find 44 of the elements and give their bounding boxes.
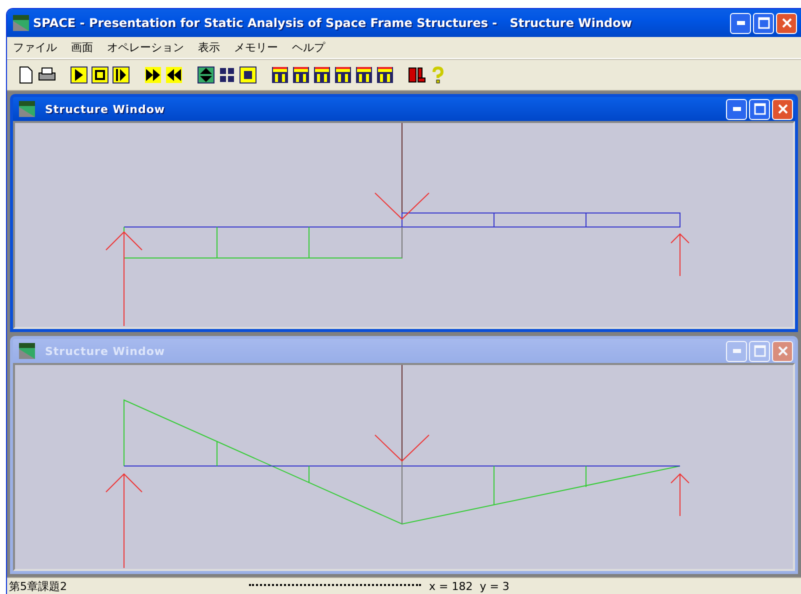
minimize-button[interactable] bbox=[730, 12, 751, 34]
menu-item[interactable]: 画面 bbox=[71, 40, 93, 55]
window-title: Structure Window bbox=[45, 102, 166, 116]
maximize-button[interactable] bbox=[753, 12, 774, 34]
minimize-icon bbox=[736, 21, 744, 25]
maximize-icon bbox=[754, 103, 766, 115]
app-icon bbox=[19, 101, 35, 117]
structure-icon[interactable] bbox=[292, 66, 310, 84]
stop-icon[interactable] bbox=[91, 66, 109, 84]
expand-icon[interactable] bbox=[197, 66, 215, 84]
minimize-icon bbox=[732, 107, 740, 111]
close-icon bbox=[780, 17, 792, 29]
close-icon bbox=[776, 345, 788, 357]
close-button[interactable] bbox=[772, 98, 793, 120]
new-document-icon[interactable] bbox=[17, 66, 35, 84]
frame-icon[interactable] bbox=[239, 66, 257, 84]
menu-item[interactable]: 表示 bbox=[198, 40, 220, 55]
minimize-button[interactable] bbox=[726, 98, 747, 120]
structure-icon[interactable] bbox=[355, 66, 373, 84]
maximize-icon bbox=[758, 17, 770, 29]
menu-item[interactable]: ファイル bbox=[13, 40, 57, 55]
structure-icon[interactable] bbox=[376, 66, 394, 84]
structure-icon[interactable] bbox=[313, 66, 331, 84]
menu-item[interactable]: オペレーション bbox=[107, 40, 184, 55]
minimize-icon bbox=[732, 349, 740, 353]
step-icon[interactable] bbox=[112, 66, 130, 84]
close-button[interactable] bbox=[776, 12, 797, 34]
grid-icon[interactable] bbox=[218, 66, 236, 84]
menu-item[interactable]: メモリー bbox=[234, 40, 278, 55]
status-text: 第5章課題2 bbox=[8, 578, 68, 594]
maximize-icon bbox=[754, 345, 766, 357]
cursor-coordinates: x = 182 y = 3 bbox=[429, 580, 510, 592]
app-icon bbox=[13, 15, 29, 31]
app-icon bbox=[19, 343, 35, 359]
structure-icon[interactable] bbox=[271, 66, 289, 84]
rewind-icon[interactable] bbox=[165, 66, 183, 84]
window-title: Structure Window bbox=[45, 344, 166, 358]
fast-forward-icon[interactable] bbox=[144, 66, 162, 84]
window-title: SPACE - Presentation for Static Analysis of Space Frame Structures - Structure Window bbox=[33, 16, 633, 30]
close-icon bbox=[776, 103, 788, 115]
menu-item[interactable]: ヘルプ bbox=[292, 40, 325, 55]
play-icon[interactable] bbox=[70, 66, 88, 84]
maximize-button[interactable] bbox=[749, 98, 770, 120]
structure-icon[interactable] bbox=[334, 66, 352, 84]
